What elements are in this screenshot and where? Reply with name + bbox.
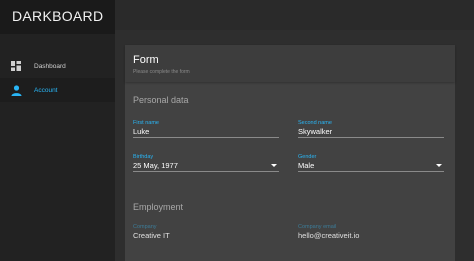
field-label: Company email (298, 224, 337, 230)
form-title: Form (133, 54, 159, 66)
first-name-input[interactable]: Luke (133, 127, 279, 138)
company-field[interactable]: Company Creative IT (133, 224, 279, 242)
section-title-employment: Employment (133, 202, 184, 212)
form-subtitle: Please complete the form (133, 69, 190, 75)
app-title: DARKBOARD (0, 0, 115, 34)
gender-select[interactable]: Male (298, 161, 444, 172)
top-bar (115, 0, 474, 30)
app-root: DARKBOARD Dashboard Account Form Please … (0, 0, 474, 261)
second-name-field[interactable]: Second name Skywalker (298, 120, 444, 138)
dashboard-icon (10, 60, 22, 72)
gender-value: Male (298, 161, 315, 170)
sidebar: DARKBOARD Dashboard Account (0, 0, 115, 261)
field-label: Gender (298, 154, 317, 160)
field-label: Birthday (133, 154, 154, 160)
sidebar-item-account[interactable]: Account (0, 78, 115, 102)
field-label: First name (133, 120, 159, 126)
birthday-field[interactable]: Birthday 25 May, 1977 (133, 154, 279, 172)
company-email-input[interactable]: hello@creativeit.io (298, 231, 444, 242)
sidebar-item-label: Dashboard (34, 62, 66, 70)
birthday-select[interactable]: 25 May, 1977 (133, 161, 279, 172)
company-input[interactable]: Creative IT (133, 231, 279, 242)
sidebar-nav: Dashboard Account (0, 54, 115, 102)
form-header: Form Please complete the form (125, 45, 455, 82)
second-name-input[interactable]: Skywalker (298, 127, 444, 138)
sidebar-item-label: Account (34, 86, 58, 94)
field-label: Company (133, 224, 157, 230)
dropdown-arrow-icon (436, 164, 442, 167)
birthday-value: 25 May, 1977 (133, 161, 178, 170)
section-title-personal: Personal data (133, 95, 189, 105)
company-email-field[interactable]: Company email hello@creativeit.io (298, 224, 444, 242)
dropdown-arrow-icon (271, 164, 277, 167)
person-icon (10, 84, 22, 96)
sidebar-item-dashboard[interactable]: Dashboard (0, 54, 115, 78)
first-name-field[interactable]: First name Luke (133, 120, 279, 138)
gender-field[interactable]: Gender Male (298, 154, 444, 172)
form-card: Form Please complete the form Personal d… (125, 45, 455, 261)
field-label: Second name (298, 120, 332, 126)
